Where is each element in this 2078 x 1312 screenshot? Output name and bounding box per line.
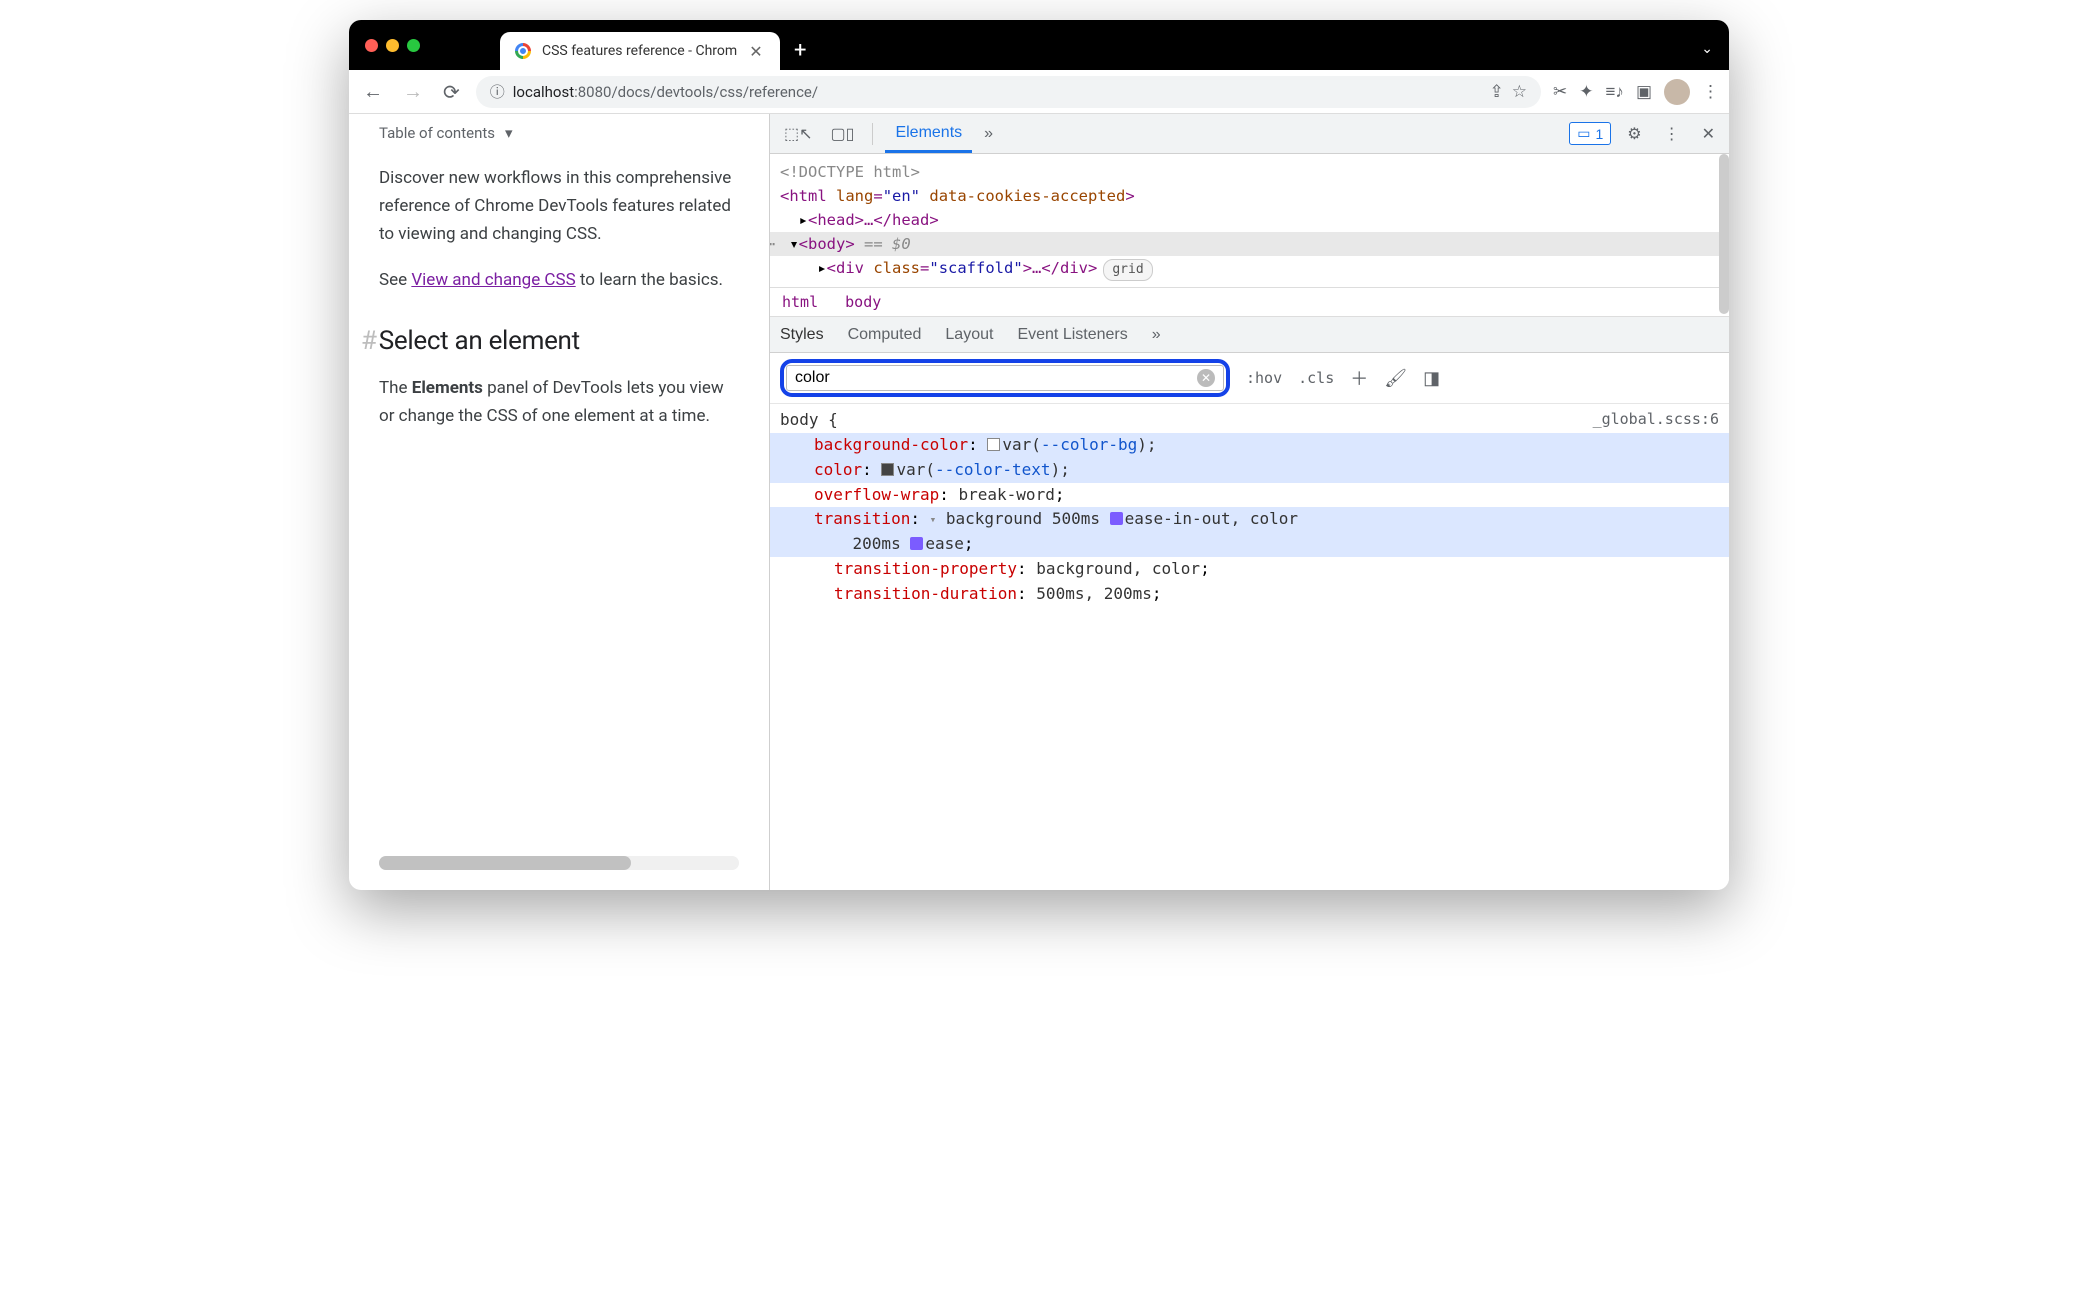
side-panel-icon[interactable]: ▣ (1636, 82, 1652, 102)
chevron-down-icon: ▾ (505, 124, 513, 142)
address-bar[interactable]: ⓘ localhost:8080/docs/devtools/css/refer… (476, 76, 1541, 108)
kebab-menu-icon[interactable]: ⋮ (1658, 120, 1686, 148)
bezier-icon[interactable] (1110, 512, 1123, 525)
filter-input-wrap: ✕ (786, 365, 1224, 391)
decl-background-color[interactable]: background-color: var(--color-bg); (770, 433, 1729, 458)
chrome-favicon-icon (512, 40, 534, 62)
subtab-styles[interactable]: Styles (780, 326, 824, 344)
device-toolbar-icon[interactable]: ▢▯ (825, 120, 861, 148)
grid-badge[interactable]: grid (1103, 259, 1152, 281)
kebab-menu-icon[interactable]: ⋮ (1702, 82, 1719, 102)
tabs-menu-button[interactable]: ⌄ (1701, 41, 1713, 57)
breadcrumb: html body (770, 287, 1729, 317)
close-devtools-icon[interactable]: ✕ (1696, 120, 1721, 148)
view-change-css-link[interactable]: View and change CSS (411, 270, 575, 290)
paint-icon[interactable]: 🖌 (1384, 368, 1407, 389)
decl-transition-duration[interactable]: transition-duration: 500ms, 200ms; (780, 582, 1719, 607)
issues-badge[interactable]: ▭1 (1569, 122, 1611, 145)
styles-filter-row: ✕ :hov .cls ＋ 🖌 ◨ (770, 353, 1729, 404)
styles-pane[interactable]: body { _global.scss:6 background-color: … (770, 404, 1729, 616)
hash-icon: # (361, 326, 377, 356)
div-scaffold-node[interactable]: ▸<div class="scaffold">…</div>grid (780, 256, 1719, 281)
cls-button[interactable]: .cls (1298, 369, 1334, 387)
select-element-heading: #Select an element (379, 326, 739, 356)
devtools-body: <!DOCTYPE html> <html lang="en" data-coo… (770, 154, 1729, 890)
vertical-scrollbar[interactable] (1717, 154, 1729, 890)
reload-button[interactable]: ⟳ (439, 76, 464, 108)
bezier-icon[interactable] (910, 537, 923, 550)
content-area: Table of contents ▾ Discover new workflo… (349, 114, 1729, 890)
horizontal-scrollbar[interactable] (379, 856, 739, 870)
devtools-tabbar: ⬚↖ ▢▯ Elements » ▭1 ⚙ ⋮ ✕ (770, 114, 1729, 154)
selector[interactable]: body { (780, 408, 838, 433)
reading-list-icon[interactable]: ≡♪ (1606, 82, 1624, 102)
close-window-button[interactable] (365, 39, 378, 52)
browser-window: CSS features reference - Chrom ✕ + ⌄ ← →… (349, 20, 1729, 890)
close-tab-button[interactable]: ✕ (749, 42, 762, 61)
bookmark-icon[interactable]: ☆ (1512, 82, 1527, 102)
html-node[interactable]: <html lang="en" data-cookies-accepted> (780, 184, 1719, 208)
inspect-element-icon[interactable]: ⬚↖ (778, 120, 819, 148)
see-paragraph: See View and change CSS to learn the bas… (379, 266, 739, 294)
separator (872, 123, 873, 145)
more-tabs-icon[interactable]: » (978, 121, 999, 147)
color-swatch-icon[interactable] (881, 463, 894, 476)
decl-transition[interactable]: transition: ▾ background 500ms ease-in-o… (770, 507, 1729, 557)
new-tab-button[interactable]: + (794, 38, 806, 63)
url-host: localhost (513, 83, 574, 101)
url-path: /docs/devtools/css/reference/ (611, 83, 818, 101)
devtools-panel: ⬚↖ ▢▯ Elements » ▭1 ⚙ ⋮ ✕ <!DOCTYPE html… (769, 114, 1729, 890)
extensions-icon[interactable]: ✦ (1579, 82, 1593, 102)
tab-title: CSS features reference - Chrom (542, 43, 737, 59)
more-subtabs-icon[interactable]: » (1152, 326, 1161, 344)
head-node[interactable]: ▸<head>…</head> (780, 208, 1719, 232)
rule-header: body { _global.scss:6 (780, 408, 1719, 433)
maximize-window-button[interactable] (407, 39, 420, 52)
settings-gear-icon[interactable]: ⚙ (1621, 120, 1647, 148)
back-button[interactable]: ← (359, 75, 387, 108)
forward-button[interactable]: → (399, 75, 427, 108)
decl-color[interactable]: color: var(--color-text); (770, 458, 1729, 483)
elements-panel-paragraph: The Elements panel of DevTools lets you … (379, 374, 739, 430)
subtab-event-listeners[interactable]: Event Listeners (1017, 326, 1127, 344)
computed-sidebar-icon[interactable]: ◨ (1423, 368, 1440, 389)
doctype-node: <!DOCTYPE html> (780, 160, 1719, 184)
profile-avatar[interactable] (1664, 79, 1690, 105)
crumb-html[interactable]: html (782, 293, 818, 311)
browser-tab[interactable]: CSS features reference - Chrom ✕ (500, 32, 780, 70)
decl-transition-property[interactable]: transition-property: background, color; (780, 557, 1719, 582)
color-swatch-icon[interactable] (987, 438, 1000, 451)
scissors-icon[interactable]: ✂ (1553, 82, 1567, 102)
browser-toolbar: ← → ⟳ ⓘ localhost:8080/docs/devtools/css… (349, 70, 1729, 114)
styles-subtabs: Styles Computed Layout Event Listeners » (770, 317, 1729, 353)
intro-paragraph: Discover new workflows in this comprehen… (379, 164, 739, 248)
window-controls (365, 39, 420, 52)
page-content: Table of contents ▾ Discover new workflo… (349, 114, 769, 890)
toc-toggle[interactable]: Table of contents ▾ (379, 124, 739, 142)
dom-tree[interactable]: <!DOCTYPE html> <html lang="en" data-coo… (770, 154, 1729, 287)
tab-elements[interactable]: Elements (885, 114, 972, 153)
new-style-rule-button[interactable]: ＋ (1350, 365, 1368, 391)
share-icon[interactable]: ⇪ (1490, 82, 1504, 102)
crumb-body[interactable]: body (845, 293, 881, 311)
minimize-window-button[interactable] (386, 39, 399, 52)
styles-toolbar: :hov .cls ＋ 🖌 ◨ (1246, 365, 1440, 391)
subtab-layout[interactable]: Layout (945, 326, 993, 344)
issue-icon: ▭ (1577, 125, 1590, 142)
site-info-icon[interactable]: ⓘ (490, 81, 505, 102)
body-node-selected[interactable]: ⋯ ▾<body> == $0 (770, 232, 1729, 256)
titlebar: CSS features reference - Chrom ✕ + ⌄ (349, 20, 1729, 70)
source-link[interactable]: _global.scss:6 (1593, 408, 1719, 433)
decl-overflow-wrap[interactable]: overflow-wrap: break-word; (780, 483, 1719, 508)
clear-filter-button[interactable]: ✕ (1197, 369, 1215, 387)
hov-button[interactable]: :hov (1246, 369, 1282, 387)
styles-filter-input[interactable] (795, 369, 1197, 387)
subtab-computed[interactable]: Computed (848, 326, 922, 344)
filter-highlight: ✕ (780, 359, 1230, 397)
